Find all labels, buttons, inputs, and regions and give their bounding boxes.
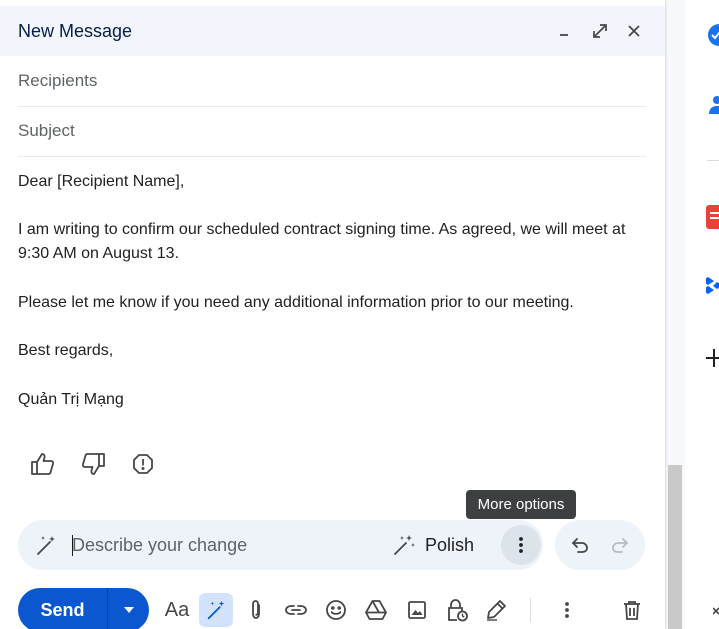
close-icon[interactable] bbox=[623, 20, 645, 42]
signature-icon[interactable] bbox=[481, 595, 511, 625]
text-caret bbox=[72, 535, 73, 556]
contacts-icon[interactable] bbox=[706, 94, 719, 121]
chevron-down-icon bbox=[123, 607, 134, 613]
vertical-dots-icon bbox=[518, 536, 524, 554]
thumbs-up-icon[interactable] bbox=[29, 450, 57, 478]
subject-field[interactable]: Subject bbox=[18, 106, 646, 157]
more-icon[interactable] bbox=[552, 595, 582, 625]
trash-icon[interactable] bbox=[617, 595, 647, 625]
photo-icon[interactable] bbox=[402, 595, 432, 625]
dropbox-icon[interactable] bbox=[702, 275, 719, 302]
more-options-tooltip: More options bbox=[466, 490, 576, 519]
add-icon[interactable] bbox=[706, 347, 719, 374]
expand-icon[interactable] bbox=[589, 20, 611, 42]
help-me-write-button[interactable] bbox=[199, 593, 233, 627]
send-button[interactable]: Send bbox=[18, 588, 107, 629]
drive-icon[interactable] bbox=[361, 595, 391, 625]
body-closing[interactable]: Best regards, bbox=[18, 339, 646, 363]
describe-change-input[interactable] bbox=[72, 530, 372, 560]
body-greeting[interactable]: Dear [Recipient Name], bbox=[18, 170, 646, 194]
send-options-button[interactable] bbox=[108, 588, 149, 629]
report-icon[interactable] bbox=[129, 450, 157, 478]
polish-label: Polish bbox=[425, 534, 475, 555]
help-me-write-icon bbox=[207, 600, 225, 620]
emoji-icon[interactable] bbox=[321, 595, 351, 625]
more-options-button[interactable] bbox=[501, 525, 541, 565]
help-me-write-icon bbox=[32, 531, 60, 559]
formatting-button[interactable]: Aa bbox=[162, 595, 192, 625]
side-panel-divider bbox=[707, 160, 719, 161]
collapse-side-panel-icon[interactable] bbox=[712, 604, 719, 623]
subject-placeholder: Subject bbox=[18, 121, 75, 140]
tasks-icon[interactable] bbox=[706, 24, 719, 51]
minimize-icon[interactable] bbox=[553, 20, 575, 42]
attach-icon[interactable] bbox=[241, 595, 271, 625]
body-paragraph-2[interactable]: Please let me know if you need any addit… bbox=[18, 291, 646, 315]
body-signature[interactable]: Quản Trị Mạng bbox=[18, 388, 646, 412]
thumbs-down-icon[interactable] bbox=[79, 450, 107, 478]
page-scrollbar-thumb[interactable] bbox=[668, 465, 682, 629]
send-split-button: Send bbox=[18, 588, 149, 629]
confidential-icon[interactable] bbox=[442, 595, 472, 625]
compose-window: New Message Recipients Subject Dear [Rec… bbox=[0, 0, 665, 629]
recipients-placeholder: Recipients bbox=[18, 71, 98, 90]
redo-icon[interactable] bbox=[608, 533, 632, 557]
body-paragraph-1[interactable]: I am writing to confirm our scheduled co… bbox=[18, 218, 646, 266]
toolbar-divider bbox=[530, 598, 531, 622]
compose-header[interactable]: New Message bbox=[0, 6, 665, 56]
addon-red-icon[interactable] bbox=[706, 205, 719, 234]
polish-button[interactable]: Polish bbox=[392, 530, 474, 560]
link-icon[interactable] bbox=[281, 595, 311, 625]
polish-icon bbox=[392, 533, 416, 557]
compose-title: New Message bbox=[18, 21, 133, 41]
recipients-field[interactable]: Recipients bbox=[18, 56, 646, 107]
undo-icon[interactable] bbox=[568, 533, 592, 557]
